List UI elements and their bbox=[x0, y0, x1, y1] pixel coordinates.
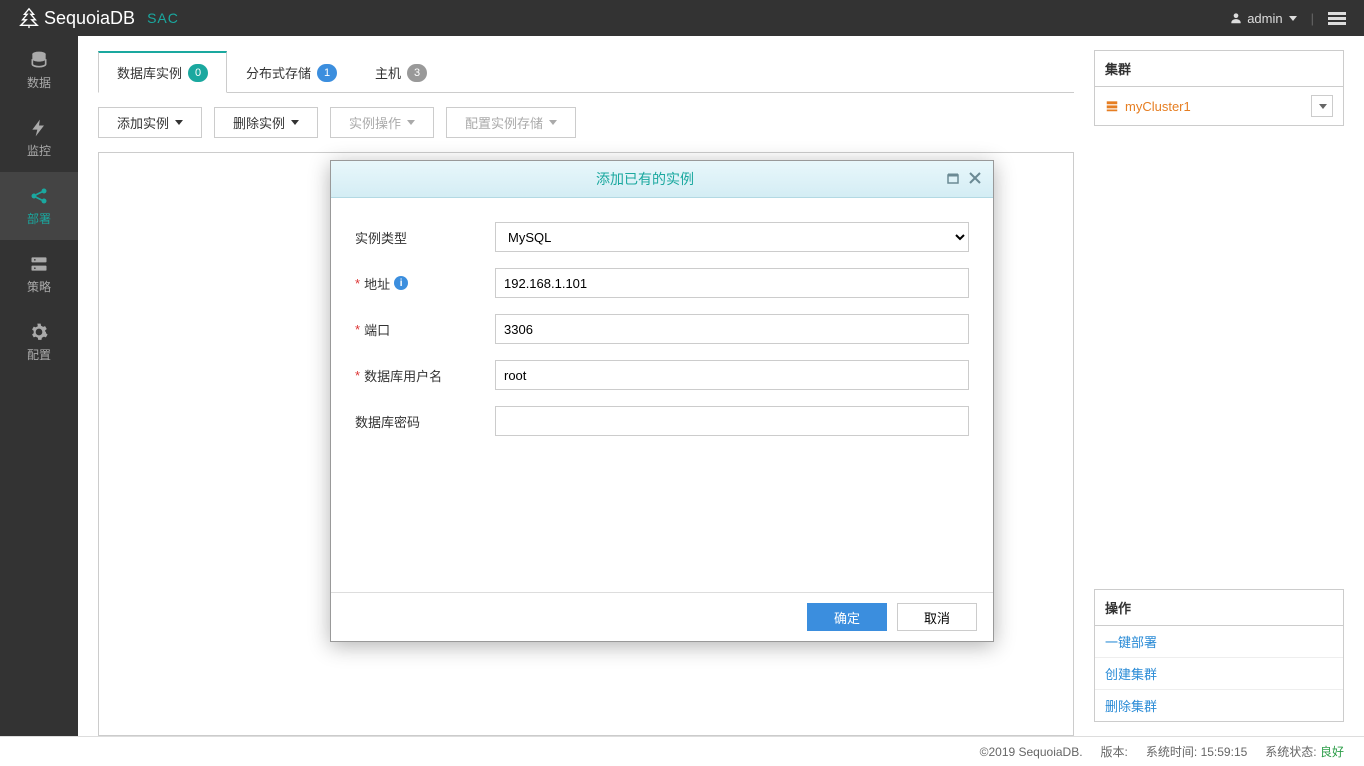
tab-label: 数据库实例 bbox=[117, 63, 182, 82]
add-instance-modal: 添加已有的实例 实例类型 MySQL *地址 i bbox=[330, 160, 994, 642]
caret-down-icon bbox=[175, 120, 183, 125]
share-icon bbox=[29, 186, 49, 206]
cluster-icon bbox=[1105, 99, 1119, 113]
brand-text: SequoiaDB bbox=[44, 8, 135, 29]
tab-distributed-storage[interactable]: 分布式存储 1 bbox=[227, 51, 356, 93]
cluster-name-text: myCluster1 bbox=[1125, 99, 1191, 114]
tab-label: 主机 bbox=[375, 63, 401, 82]
cluster-dropdown[interactable] bbox=[1311, 95, 1333, 117]
tab-badge: 0 bbox=[188, 64, 208, 82]
action-delete-cluster[interactable]: 删除集群 bbox=[1095, 689, 1343, 721]
cluster-row: myCluster1 bbox=[1105, 95, 1333, 117]
brand-logo[interactable]: SequoiaDB SAC bbox=[18, 7, 179, 29]
main-right: 集群 myCluster1 操作 一键部署 创建集群 bbox=[1094, 50, 1344, 736]
label-db-user: *数据库用户名 bbox=[355, 366, 495, 385]
modal-footer: 确定 取消 bbox=[331, 592, 993, 641]
modal-header: 添加已有的实例 bbox=[331, 161, 993, 198]
info-icon[interactable]: i bbox=[394, 276, 408, 290]
tab-db-instance[interactable]: 数据库实例 0 bbox=[98, 51, 227, 93]
caret-down-icon bbox=[291, 120, 299, 125]
menu-icon bbox=[1328, 11, 1346, 25]
divider: | bbox=[1311, 11, 1314, 26]
system-time: 系统时间: 15:59:15 bbox=[1146, 743, 1247, 760]
nav-strategy[interactable]: 策略 bbox=[0, 240, 78, 308]
nav-label: 配置 bbox=[27, 346, 51, 363]
label-db-password: 数据库密码 bbox=[355, 412, 495, 431]
modal-maximize-button[interactable] bbox=[947, 171, 959, 187]
delete-instance-button[interactable]: 删除实例 bbox=[214, 107, 318, 138]
actions-panel: 操作 一键部署 创建集群 删除集群 bbox=[1094, 589, 1344, 722]
user-icon bbox=[1229, 11, 1243, 25]
user-menu[interactable]: admin bbox=[1229, 11, 1296, 26]
caret-down-icon bbox=[1289, 16, 1297, 21]
caret-down-icon bbox=[407, 120, 415, 125]
db-user-input[interactable] bbox=[495, 360, 969, 390]
top-bar: SequoiaDB SAC admin | bbox=[0, 0, 1364, 36]
tab-badge: 1 bbox=[317, 64, 337, 82]
instance-type-select[interactable]: MySQL bbox=[495, 222, 969, 252]
caret-down-icon bbox=[549, 120, 557, 125]
gear-icon bbox=[29, 322, 49, 342]
panel-title: 集群 bbox=[1095, 51, 1343, 87]
nav-label: 部署 bbox=[27, 210, 51, 227]
tab-host[interactable]: 主机 3 bbox=[356, 51, 446, 93]
action-create-cluster[interactable]: 创建集群 bbox=[1095, 657, 1343, 689]
instance-ops-button[interactable]: 实例操作 bbox=[330, 107, 434, 138]
cluster-panel: 集群 myCluster1 bbox=[1094, 50, 1344, 126]
modal-title: 添加已有的实例 bbox=[343, 169, 947, 189]
ok-button[interactable]: 确定 bbox=[807, 603, 887, 631]
system-status: 系统状态: 良好 bbox=[1265, 743, 1344, 760]
brand-sub: SAC bbox=[147, 10, 179, 26]
copyright: ©2019 SequoiaDB. bbox=[980, 745, 1083, 759]
nav-deploy[interactable]: 部署 bbox=[0, 172, 78, 240]
db-password-input[interactable] bbox=[495, 406, 969, 436]
label-port: *端口 bbox=[355, 320, 495, 339]
settings-menu-button[interactable] bbox=[1328, 11, 1346, 25]
server-icon bbox=[29, 254, 49, 274]
footer: ©2019 SequoiaDB. 版本: 系统时间: 15:59:15 系统状态… bbox=[0, 736, 1364, 766]
action-one-click-deploy[interactable]: 一键部署 bbox=[1095, 626, 1343, 657]
port-input[interactable] bbox=[495, 314, 969, 344]
nav-data[interactable]: 数据 bbox=[0, 36, 78, 104]
maximize-icon bbox=[947, 172, 959, 184]
tab-badge: 3 bbox=[407, 64, 427, 82]
nav-config[interactable]: 配置 bbox=[0, 308, 78, 376]
modal-close-button[interactable] bbox=[969, 171, 981, 187]
version-label: 版本: bbox=[1101, 743, 1128, 760]
toolbar: 添加实例 删除实例 实例操作 配置实例存储 bbox=[98, 93, 1074, 152]
label-address: *地址 i bbox=[355, 274, 495, 293]
modal-controls bbox=[947, 171, 981, 187]
nav-label: 数据 bbox=[27, 74, 51, 91]
tabs: 数据库实例 0 分布式存储 1 主机 3 bbox=[98, 50, 1074, 93]
caret-down-icon bbox=[1319, 104, 1327, 109]
bolt-icon bbox=[29, 118, 49, 138]
user-name: admin bbox=[1247, 11, 1282, 26]
action-list: 一键部署 创建集群 删除集群 bbox=[1095, 626, 1343, 721]
database-icon bbox=[29, 50, 49, 70]
modal-body: 实例类型 MySQL *地址 i *端口 *数据库用户名 数据库密码 bbox=[331, 198, 993, 592]
config-storage-button[interactable]: 配置实例存储 bbox=[446, 107, 576, 138]
cancel-button[interactable]: 取消 bbox=[897, 603, 977, 631]
nav-label: 策略 bbox=[27, 278, 51, 295]
label-instance-type: 实例类型 bbox=[355, 228, 495, 247]
cluster-link[interactable]: myCluster1 bbox=[1105, 99, 1191, 114]
add-instance-button[interactable]: 添加实例 bbox=[98, 107, 202, 138]
tab-label: 分布式存储 bbox=[246, 63, 311, 82]
close-icon bbox=[969, 172, 981, 184]
nav-label: 监控 bbox=[27, 142, 51, 159]
tree-icon bbox=[18, 7, 40, 29]
topbar-right: admin | bbox=[1229, 11, 1346, 26]
panel-title: 操作 bbox=[1095, 590, 1343, 626]
address-input[interactable] bbox=[495, 268, 969, 298]
nav-monitor[interactable]: 监控 bbox=[0, 104, 78, 172]
left-nav: 数据 监控 部署 策略 配置 bbox=[0, 36, 78, 736]
